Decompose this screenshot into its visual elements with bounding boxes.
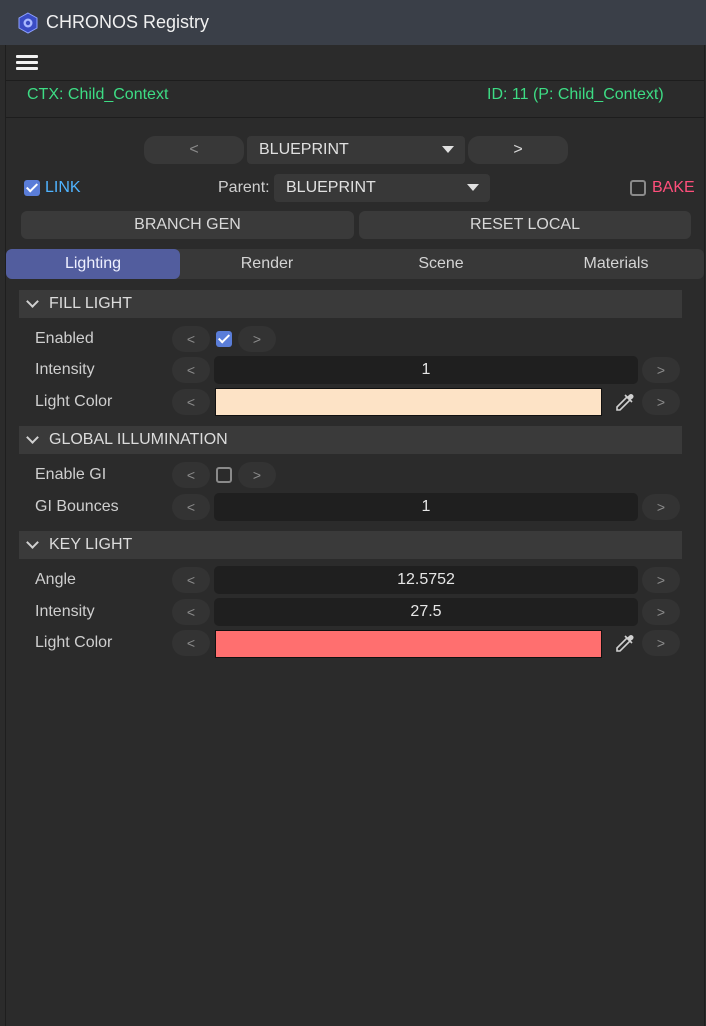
caret-down-icon xyxy=(442,146,454,153)
chevron-down-icon xyxy=(26,295,39,308)
gi-bounces-label: GI Bounces xyxy=(35,498,119,515)
blueprint-dropdown[interactable]: BLUEPRINT xyxy=(247,136,465,164)
tab-scene[interactable]: Scene xyxy=(354,249,528,279)
key-angle-next-button[interactable]: > xyxy=(642,567,680,593)
key-intensity-next-button[interactable]: > xyxy=(642,599,680,625)
parent-dropdown[interactable]: BLUEPRINT xyxy=(274,174,490,202)
blueprint-dropdown-value: BLUEPRINT xyxy=(259,141,349,158)
chronos-logo-icon xyxy=(18,11,38,34)
key-color-label: Light Color xyxy=(35,634,113,651)
gi-enable-next-button[interactable]: > xyxy=(238,462,276,488)
prev-blueprint-button[interactable]: < xyxy=(144,136,244,164)
key-color-next-button[interactable]: > xyxy=(642,630,680,656)
context-label: CTX: Child_Context xyxy=(27,86,169,103)
fill-intensity-field[interactable]: 1 xyxy=(214,356,638,384)
context-id-label: ID: 11 (P: Child_Context) xyxy=(487,86,664,103)
fill-color-swatch[interactable] xyxy=(215,388,602,416)
fill-intensity-next-button[interactable]: > xyxy=(642,357,680,383)
fill-enabled-label: Enabled xyxy=(35,330,94,347)
fill-color-prev-button[interactable]: < xyxy=(172,389,210,415)
fill-intensity-label: Intensity xyxy=(35,361,95,378)
fill-enabled-prev-button[interactable]: < xyxy=(172,326,210,352)
bake-checkbox[interactable] xyxy=(630,180,646,196)
app-window: CHRONOS Registry CTX: Child_Context ID: … xyxy=(0,0,706,1026)
parent-dropdown-value: BLUEPRINT xyxy=(286,179,376,196)
fill-light-section-title: FILL LIGHT xyxy=(49,295,132,312)
title-bar: CHRONOS Registry xyxy=(0,0,706,45)
next-blueprint-button[interactable]: > xyxy=(468,136,568,164)
caret-down-icon xyxy=(467,184,479,191)
fill-color-label: Light Color xyxy=(35,393,113,410)
tab-bar: Lighting Render Scene Materials xyxy=(6,249,704,279)
fill-color-next-button[interactable]: > xyxy=(642,389,680,415)
gi-section-title: GLOBAL ILLUMINATION xyxy=(49,431,228,448)
gi-bounces-next-button[interactable]: > xyxy=(642,494,680,520)
bake-label: BAKE xyxy=(652,179,695,196)
key-angle-label: Angle xyxy=(35,571,76,588)
gi-bounces-field[interactable]: 1 xyxy=(214,493,638,521)
parent-label: Parent: xyxy=(218,179,270,196)
link-label: LINK xyxy=(45,179,81,196)
key-angle-field[interactable]: 12.5752 xyxy=(214,566,638,594)
fill-intensity-prev-button[interactable]: < xyxy=(172,357,210,383)
fill-enabled-checkbox[interactable] xyxy=(216,331,232,347)
tab-render[interactable]: Render xyxy=(180,249,354,279)
window-title: CHRONOS Registry xyxy=(46,12,210,32)
key-light-section-title: KEY LIGHT xyxy=(49,536,133,553)
link-checkbox[interactable] xyxy=(24,180,40,196)
key-color-swatch[interactable] xyxy=(215,630,602,658)
key-light-section-header[interactable]: KEY LIGHT xyxy=(19,531,682,559)
key-intensity-prev-button[interactable]: < xyxy=(172,599,210,625)
key-intensity-field[interactable]: 27.5 xyxy=(214,598,638,626)
gi-bounces-prev-button[interactable]: < xyxy=(172,494,210,520)
key-angle-prev-button[interactable]: < xyxy=(172,567,210,593)
reset-local-button[interactable]: RESET LOCAL xyxy=(359,211,691,239)
control-box: < BLUEPRINT > LINK Parent: BLUEPRINT BAK… xyxy=(8,118,702,245)
eyedropper-icon[interactable] xyxy=(613,390,637,414)
chevron-down-icon xyxy=(26,431,39,444)
hamburger-menu-icon[interactable] xyxy=(16,55,38,71)
gi-section-header[interactable]: GLOBAL ILLUMINATION xyxy=(19,426,682,454)
menu-bar xyxy=(6,45,704,81)
key-color-prev-button[interactable]: < xyxy=(172,630,210,656)
chevron-down-icon xyxy=(26,536,39,549)
branch-gen-button[interactable]: BRANCH GEN xyxy=(21,211,354,239)
tab-lighting[interactable]: Lighting xyxy=(6,249,180,279)
eyedropper-icon[interactable] xyxy=(613,631,637,655)
registry-panel: CTX: Child_Context ID: 11 (P: Child_Cont… xyxy=(5,45,705,1026)
tab-materials[interactable]: Materials xyxy=(528,249,704,279)
fill-enabled-next-button[interactable]: > xyxy=(238,326,276,352)
fill-light-section-header[interactable]: FILL LIGHT xyxy=(19,290,682,318)
gi-enable-checkbox[interactable] xyxy=(216,467,232,483)
gi-enable-prev-button[interactable]: < xyxy=(172,462,210,488)
key-intensity-label: Intensity xyxy=(35,603,95,620)
gi-enable-label: Enable GI xyxy=(35,466,107,483)
context-bar: CTX: Child_Context ID: 11 (P: Child_Cont… xyxy=(6,81,704,118)
